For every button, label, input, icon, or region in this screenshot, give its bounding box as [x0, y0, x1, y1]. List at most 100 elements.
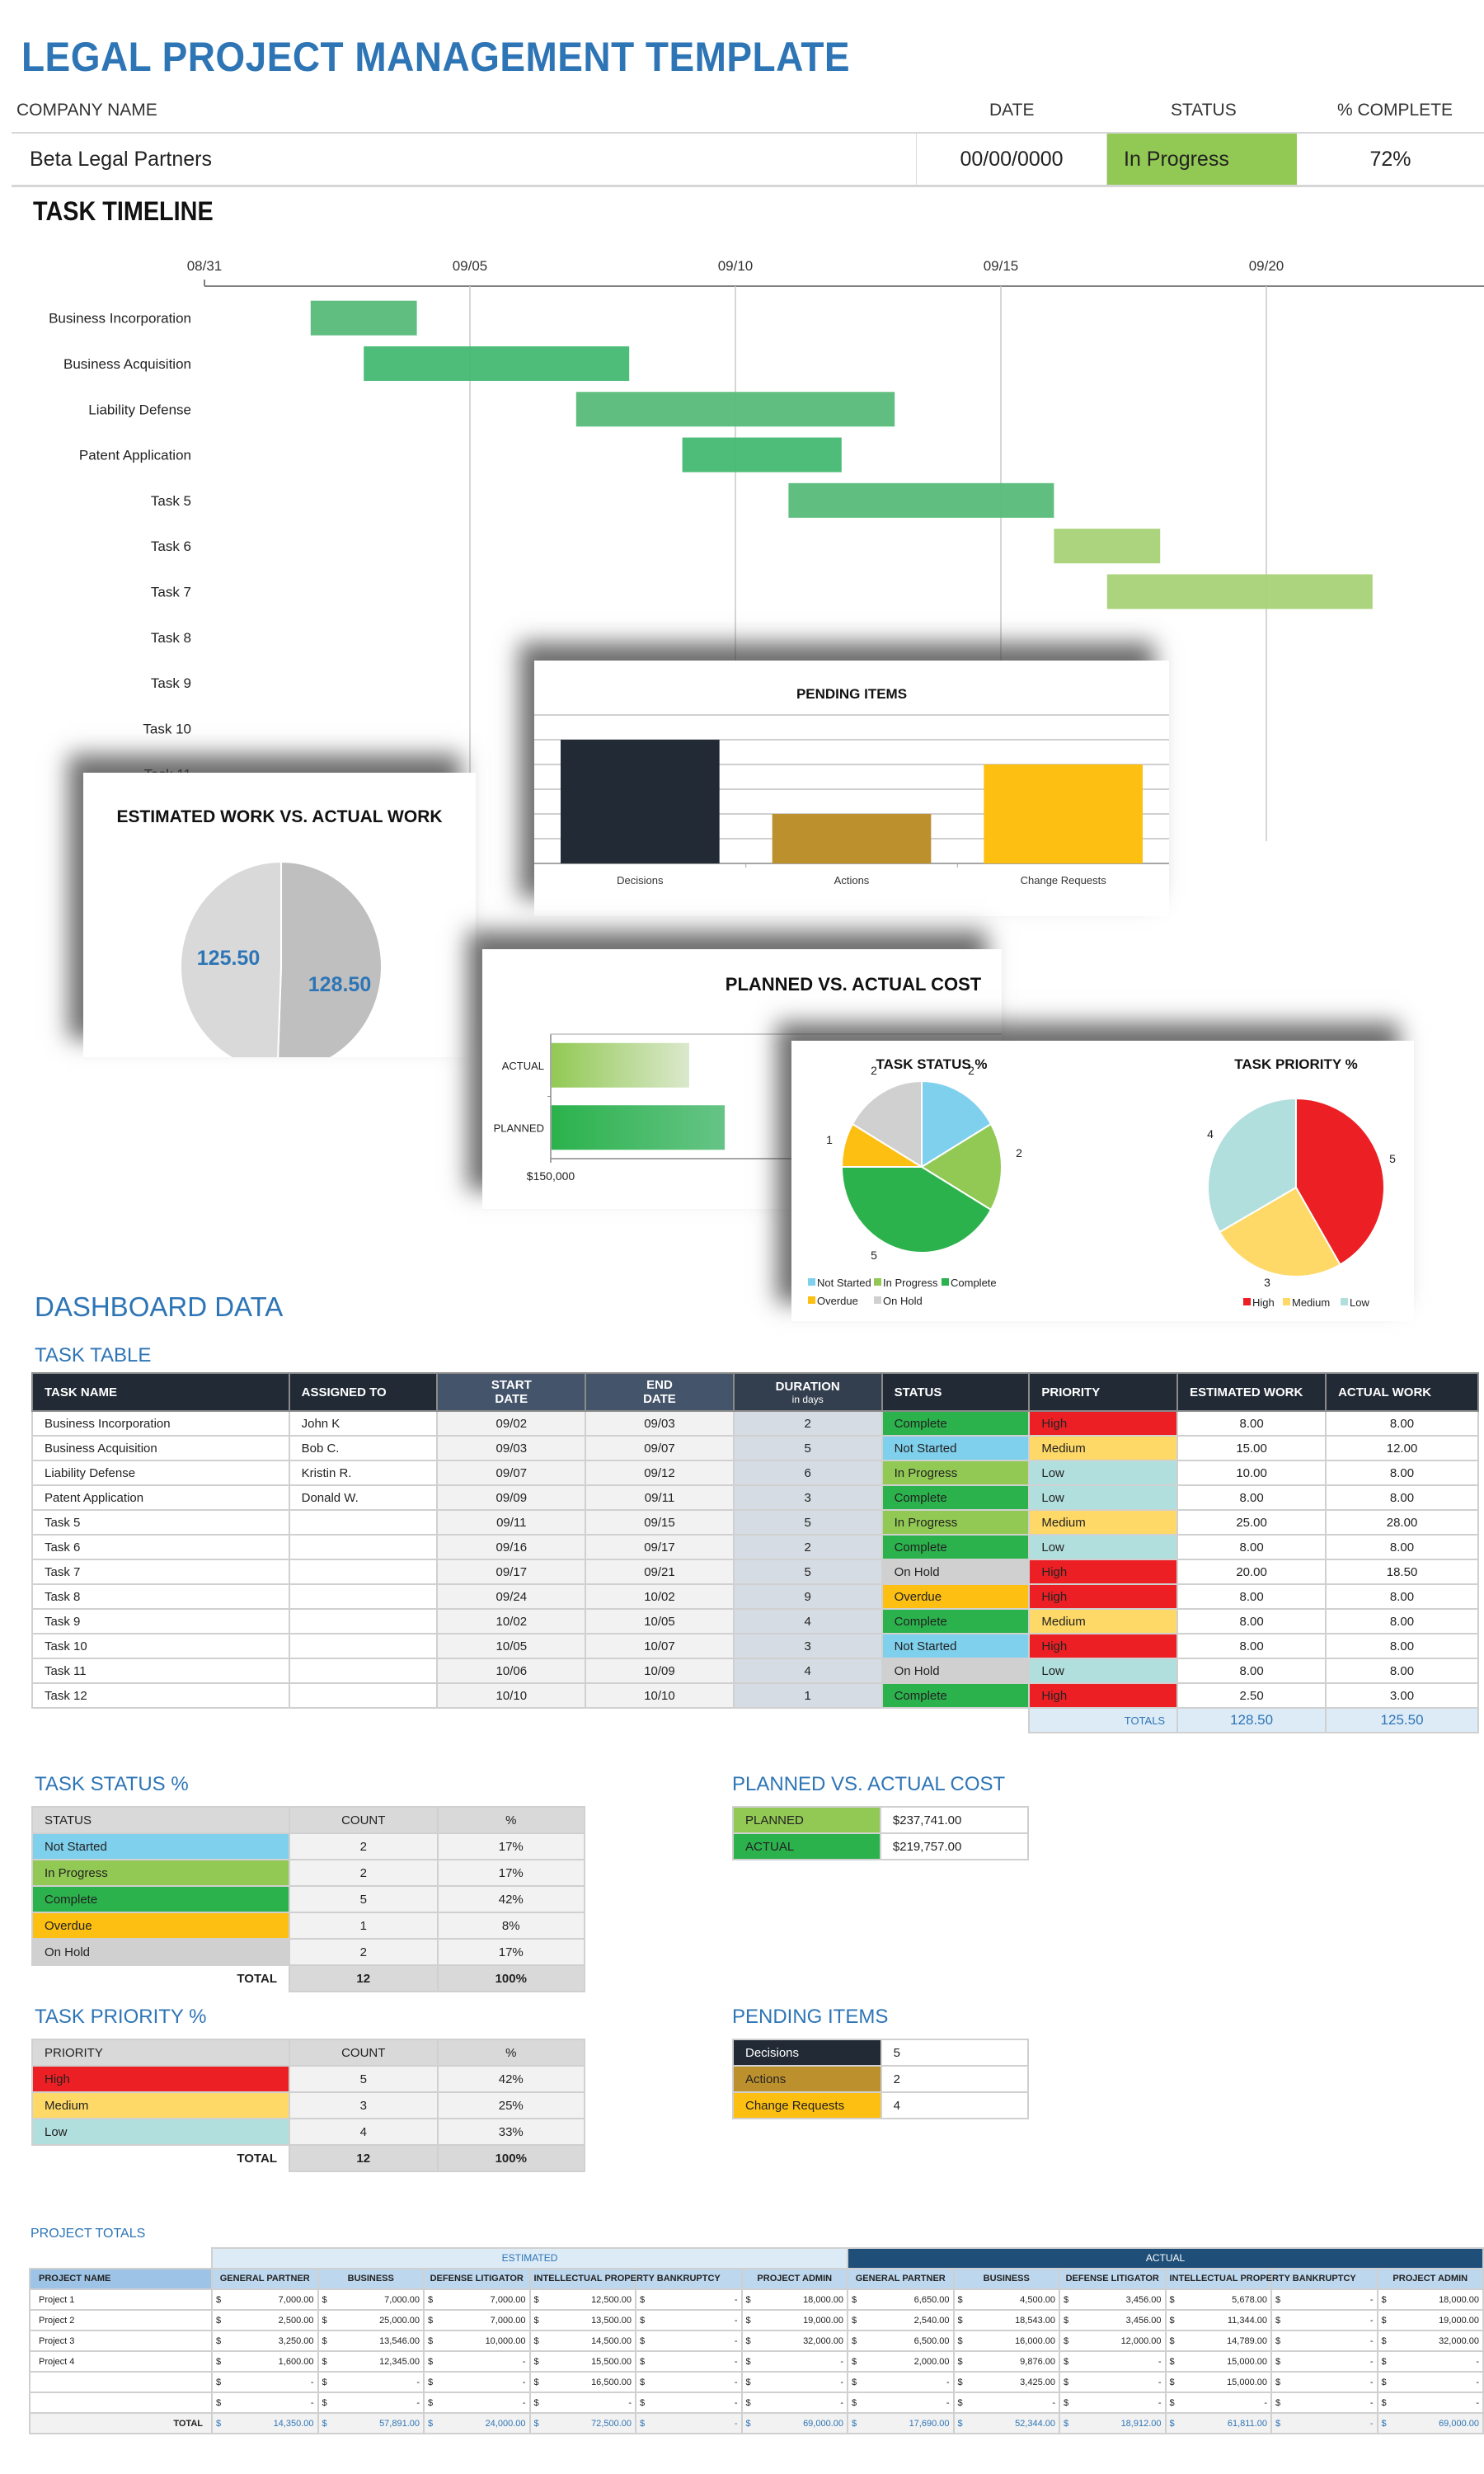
- status-cell[interactable]: In Progress: [881, 1509, 1031, 1536]
- actual-work-cell[interactable]: 12.00: [1325, 1435, 1479, 1461]
- actual-work-cell[interactable]: 18.50: [1325, 1559, 1479, 1585]
- money-cell[interactable]: $ -: [635, 2330, 743, 2352]
- money-cell[interactable]: $3,456.00: [1059, 2288, 1167, 2311]
- task-name-cell[interactable]: Business Acquisition: [31, 1435, 290, 1461]
- priority-cell[interactable]: Low: [1028, 1484, 1179, 1511]
- money-cell[interactable]: $ -: [635, 2392, 743, 2414]
- task-name-cell[interactable]: Task 9: [31, 1608, 290, 1634]
- assigned-to-cell[interactable]: [288, 1633, 439, 1659]
- money-cell[interactable]: $12,500.00: [528, 2288, 636, 2311]
- project-name-cell[interactable]: Project 3: [29, 2330, 213, 2352]
- end-date-cell[interactable]: 10/07: [585, 1633, 735, 1659]
- money-cell[interactable]: $ -: [635, 2371, 743, 2393]
- start-date-cell[interactable]: 09/16: [436, 1534, 587, 1560]
- start-date-cell[interactable]: 10/10: [436, 1682, 587, 1709]
- actual-work-cell[interactable]: 3.00: [1325, 1682, 1479, 1709]
- money-cell[interactable]: $ -: [635, 2350, 743, 2373]
- task-name-cell[interactable]: Task 5: [31, 1509, 290, 1536]
- task-name-cell[interactable]: Task 10: [31, 1633, 290, 1659]
- gantt-bar[interactable]: [310, 300, 417, 336]
- assigned-to-cell[interactable]: [288, 1682, 439, 1709]
- money-cell[interactable]: $7,000.00: [317, 2288, 425, 2311]
- priority-cell[interactable]: High: [1028, 1682, 1179, 1709]
- priority-cell[interactable]: High: [1028, 1559, 1179, 1585]
- money-cell[interactable]: $18,000.00: [740, 2288, 848, 2311]
- money-cell[interactable]: $ -: [211, 2392, 319, 2414]
- project-name-cell[interactable]: Project 1: [29, 2288, 213, 2311]
- money-cell[interactable]: $3,425.00: [952, 2371, 1060, 2393]
- money-cell[interactable]: $ -: [1376, 2350, 1484, 2373]
- estimated-work-cell[interactable]: 20.00: [1176, 1559, 1327, 1585]
- estimated-work-cell[interactable]: 8.00: [1176, 1608, 1327, 1634]
- end-date-cell[interactable]: 09/17: [585, 1534, 735, 1560]
- money-cell[interactable]: $ -: [211, 2371, 319, 2393]
- money-cell[interactable]: $18,543.00: [952, 2309, 1060, 2331]
- money-cell[interactable]: $32,000.00: [740, 2330, 848, 2352]
- cost-value-cell[interactable]: $237,741.00: [879, 1806, 1030, 1834]
- assigned-to-cell[interactable]: [288, 1608, 439, 1634]
- assigned-to-cell[interactable]: [288, 1509, 439, 1536]
- money-cell[interactable]: $ -: [1059, 2350, 1167, 2373]
- status-cell[interactable]: Complete: [881, 1534, 1031, 1560]
- end-date-cell[interactable]: 09/21: [585, 1559, 735, 1585]
- money-cell[interactable]: $7,000.00: [423, 2288, 531, 2311]
- priority-cell[interactable]: Low: [1028, 1460, 1179, 1486]
- money-cell[interactable]: $16,500.00: [528, 2371, 636, 2393]
- money-cell[interactable]: $14,500.00: [528, 2330, 636, 2352]
- start-date-cell[interactable]: 09/11: [436, 1509, 587, 1536]
- money-cell[interactable]: $72,500.00: [528, 2412, 636, 2434]
- status-cell[interactable]: Complete: [881, 1608, 1031, 1634]
- cost-bar-planned[interactable]: [552, 1105, 726, 1150]
- start-date-cell[interactable]: 09/24: [436, 1583, 587, 1610]
- status-cell[interactable]: Complete: [881, 1484, 1031, 1511]
- money-cell[interactable]: $ -: [1164, 2392, 1272, 2414]
- actual-work-cell[interactable]: 8.00: [1325, 1658, 1479, 1684]
- money-cell[interactable]: $ -: [1270, 2309, 1378, 2331]
- money-cell[interactable]: $57,891.00: [317, 2412, 425, 2434]
- money-cell[interactable]: $14,350.00: [211, 2412, 319, 2434]
- money-cell[interactable]: $2,000.00: [847, 2350, 955, 2373]
- money-cell[interactable]: $18,000.00: [1376, 2288, 1484, 2311]
- money-cell[interactable]: $ -: [317, 2371, 425, 2393]
- estimated-work-cell[interactable]: 8.00: [1176, 1658, 1327, 1684]
- status-cell[interactable]: Complete: [881, 1682, 1031, 1709]
- money-cell[interactable]: $ -: [740, 2350, 848, 2373]
- money-cell[interactable]: $1,600.00: [211, 2350, 319, 2373]
- money-cell[interactable]: $ -: [1376, 2371, 1484, 2393]
- priority-cell[interactable]: Low: [1028, 1658, 1179, 1684]
- end-date-cell[interactable]: 10/02: [585, 1583, 735, 1610]
- money-cell[interactable]: $17,690.00: [847, 2412, 955, 2434]
- money-cell[interactable]: $61,811.00: [1164, 2412, 1272, 2434]
- money-cell[interactable]: $15,000.00: [1164, 2350, 1272, 2373]
- money-cell[interactable]: $ -: [740, 2392, 848, 2414]
- end-date-cell[interactable]: 10/05: [585, 1608, 735, 1634]
- status-cell[interactable]: Not Started: [881, 1435, 1031, 1461]
- money-cell[interactable]: $25,000.00: [317, 2309, 425, 2331]
- actual-work-cell[interactable]: 8.00: [1325, 1608, 1479, 1634]
- status-cell[interactable]: Complete: [881, 1410, 1031, 1437]
- estimated-work-cell[interactable]: 25.00: [1176, 1509, 1327, 1536]
- status-cell[interactable]: On Hold: [881, 1559, 1031, 1585]
- money-cell[interactable]: $ -: [1270, 2371, 1378, 2393]
- money-cell[interactable]: $ -: [1270, 2412, 1378, 2434]
- status-cell[interactable]: Not Started: [881, 1633, 1031, 1659]
- money-cell[interactable]: $ -: [635, 2412, 743, 2434]
- end-date-cell[interactable]: 09/03: [585, 1410, 735, 1437]
- start-date-cell[interactable]: 09/03: [436, 1435, 587, 1461]
- money-cell[interactable]: $18,912.00: [1059, 2412, 1167, 2434]
- task-name-cell[interactable]: Task 12: [31, 1682, 290, 1709]
- project-name-cell[interactable]: [29, 2371, 213, 2393]
- pending-bar[interactable]: [984, 764, 1143, 863]
- money-cell[interactable]: $10,000.00: [423, 2330, 531, 2352]
- money-cell[interactable]: $ -: [423, 2371, 531, 2393]
- priority-cell[interactable]: High: [1028, 1633, 1179, 1659]
- gantt-bar[interactable]: [788, 482, 1054, 518]
- priority-cell[interactable]: Medium: [1028, 1509, 1179, 1536]
- start-date-cell[interactable]: 10/06: [436, 1658, 587, 1684]
- task-name-cell[interactable]: Liability Defense: [31, 1460, 290, 1486]
- start-date-cell[interactable]: 10/05: [436, 1633, 587, 1659]
- task-name-cell[interactable]: Business Incorporation: [31, 1410, 290, 1437]
- actual-work-cell[interactable]: 8.00: [1325, 1460, 1479, 1486]
- end-date-cell[interactable]: 09/12: [585, 1460, 735, 1486]
- money-cell[interactable]: $19,000.00: [740, 2309, 848, 2331]
